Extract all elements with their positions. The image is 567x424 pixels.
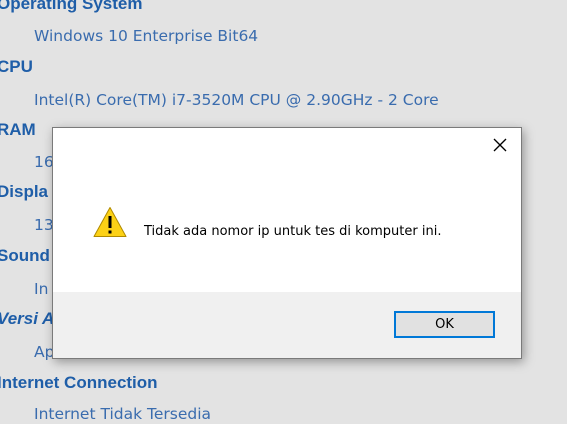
section-value-sound: In [34,280,49,298]
section-heading-display: Displa [0,182,49,201]
section-heading-cpu: CPU [0,57,33,76]
section-heading-version: Versi A [0,309,55,328]
close-icon[interactable] [491,136,509,154]
dialog-body: Tidak ada nomor ip untuk tes di komputer… [53,128,521,292]
section-value-cpu: Intel(R) Core(TM) i7-3520M CPU @ 2.90GHz… [34,91,439,109]
section-heading-os: Operating System [0,0,143,13]
section-heading-ram: RAM [0,120,36,139]
warning-icon [93,206,127,238]
section-value-display: 13 [34,216,54,234]
section-value-os: Windows 10 Enterprise Bit64 [34,27,259,45]
dialog-footer: OK [53,292,521,358]
section-heading-sound: Sound [0,246,50,265]
dialog-message: Tidak ada nomor ip untuk tes di komputer… [144,224,442,239]
section-heading-internet: Internet Connection [0,373,158,392]
ok-button[interactable]: OK [394,311,495,338]
section-value-internet: Internet Tidak Tersedia [34,405,212,423]
section-value-ram: 16 [34,153,54,171]
message-dialog: Tidak ada nomor ip untuk tes di komputer… [52,127,522,359]
